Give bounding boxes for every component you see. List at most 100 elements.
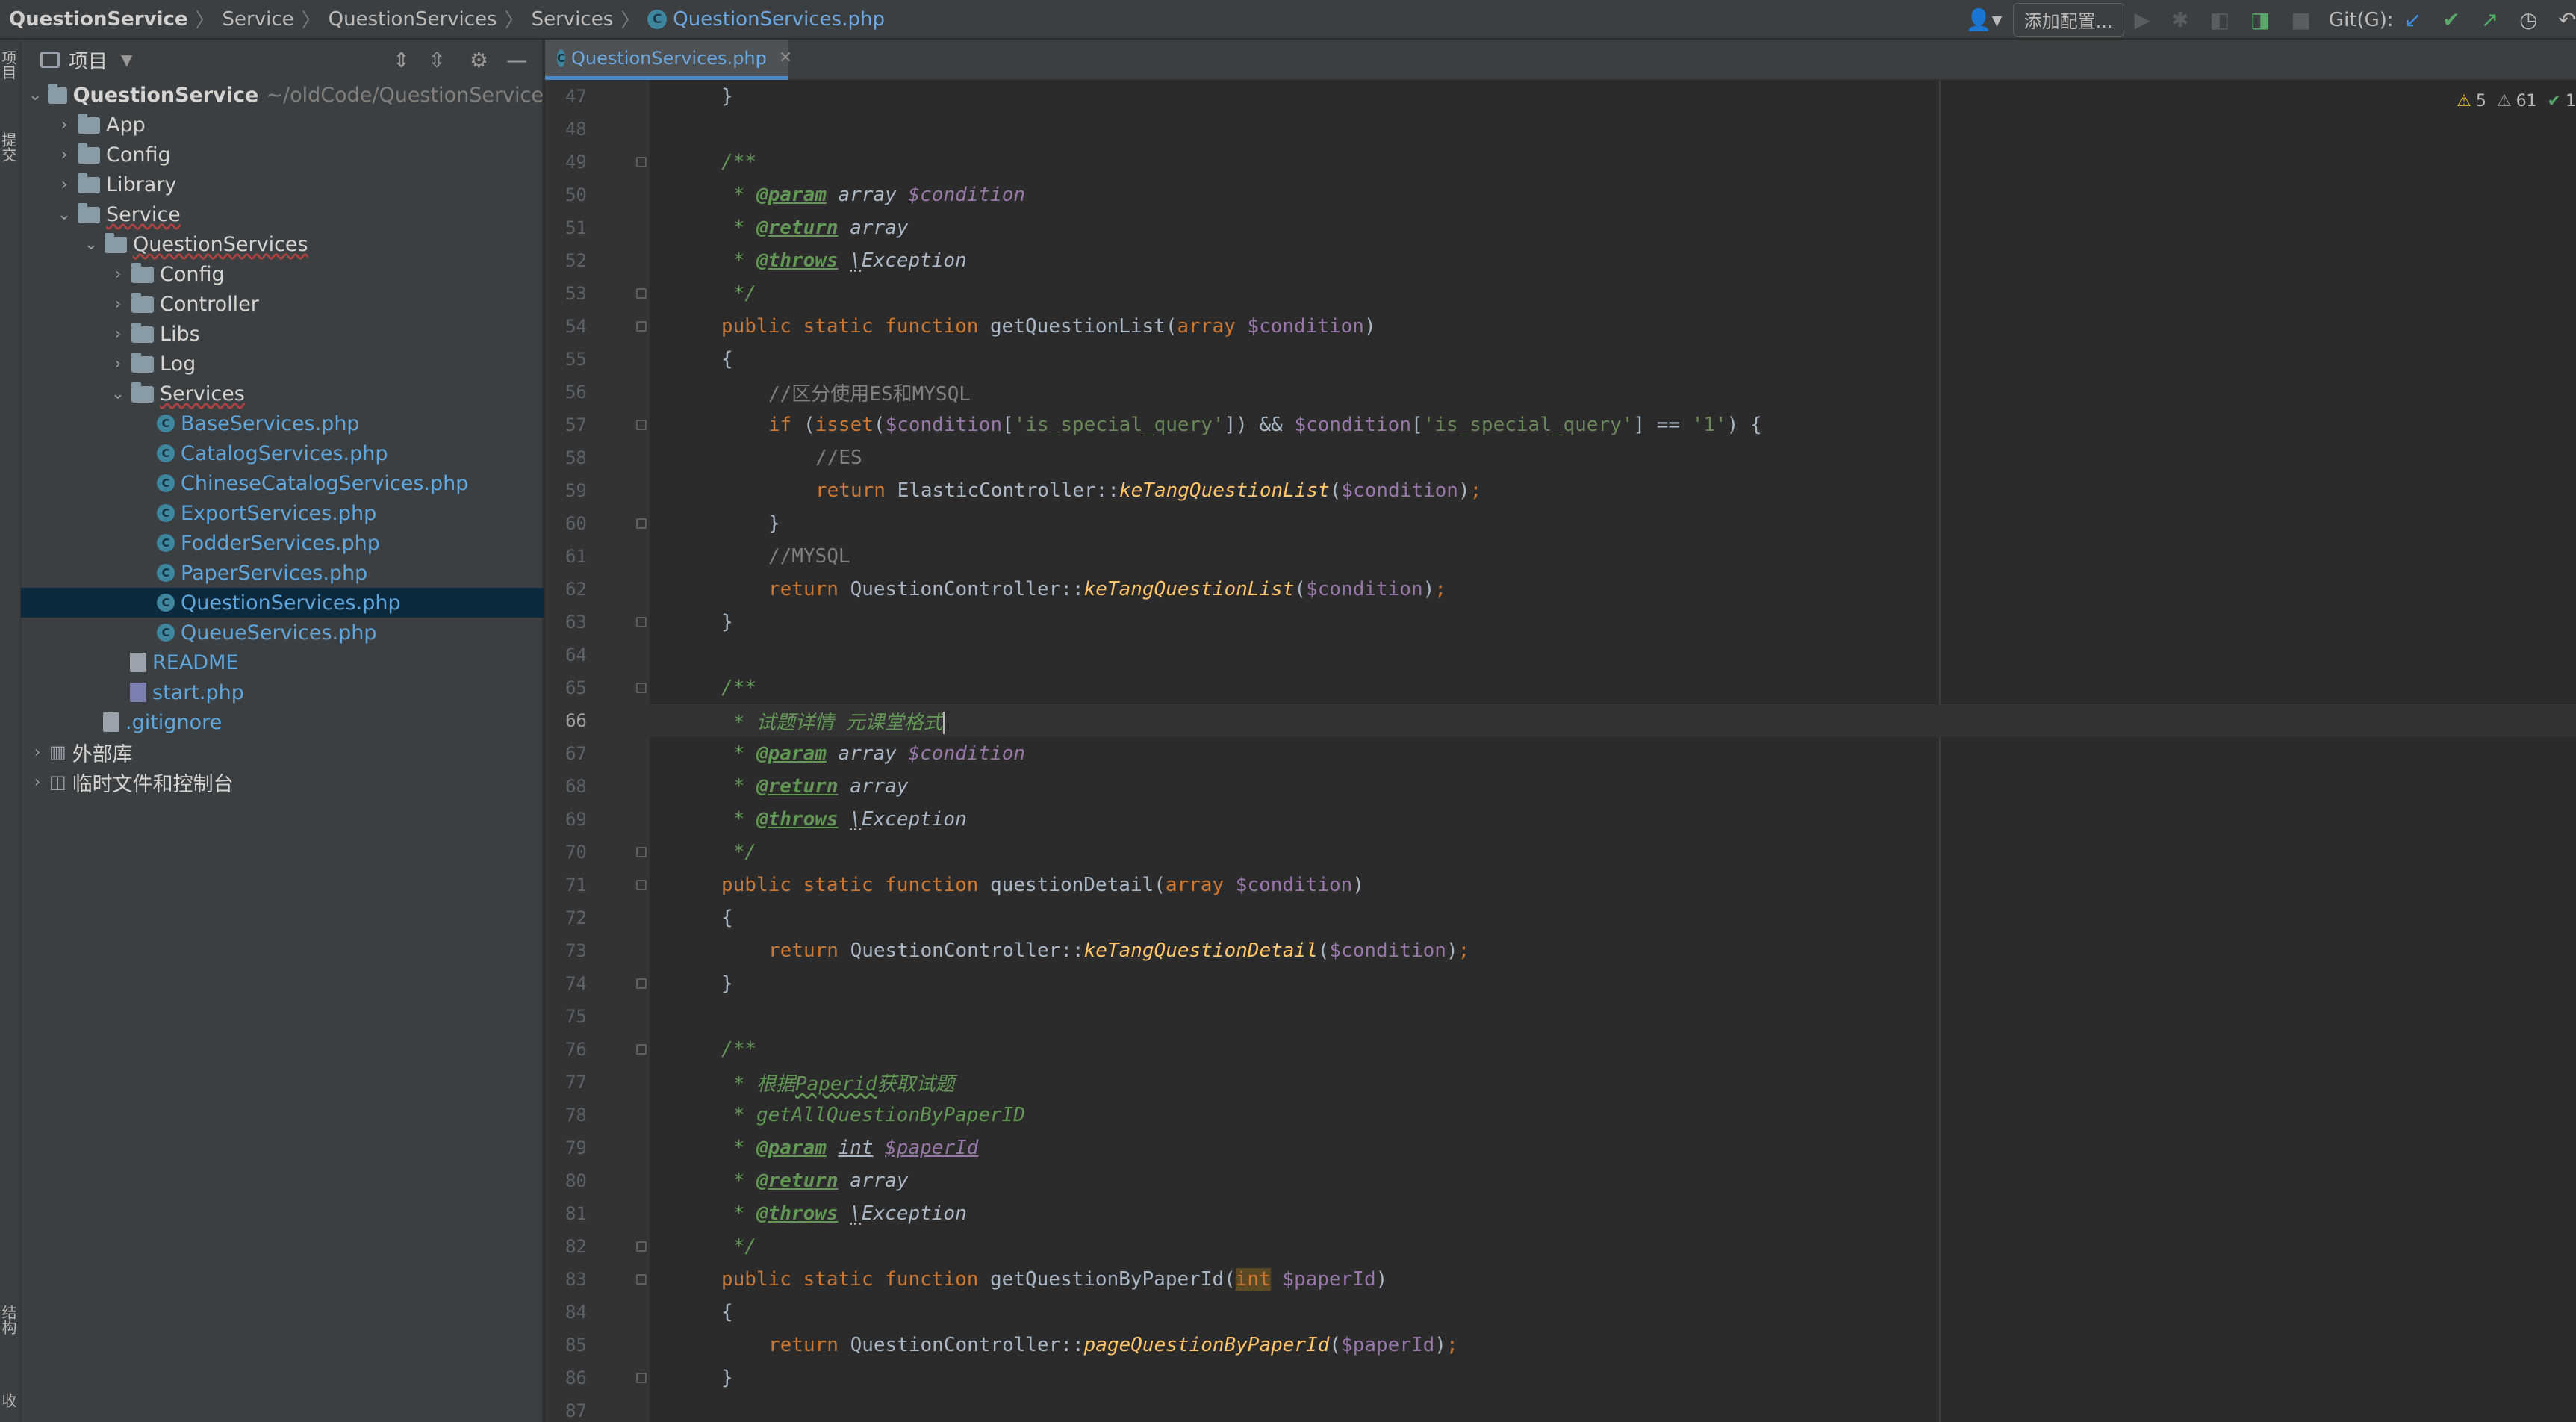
code-line: //MYSQL: [768, 545, 850, 568]
history-icon[interactable]: ◷: [2519, 7, 2537, 32]
editor-tab-active[interactable]: C QuestionServices.php ✕: [545, 40, 792, 80]
tree-item[interactable]: › App: [21, 110, 544, 140]
collapse-all-icon[interactable]: ⇳: [428, 48, 445, 72]
tree-item-label: QuestionService: [72, 83, 259, 107]
add-configuration-button[interactable]: 添加配置...: [2012, 3, 2124, 37]
text-caret: [942, 712, 945, 734]
tree-item[interactable]: .gitignore: [21, 707, 544, 737]
tree-item[interactable]: C ChineseCatalogServices.php: [21, 468, 544, 498]
line-number-gutter[interactable]: 47 48 49 50 51 52 53 54 55 56 57 58 59 60 61 62 63 64 65 66…: [545, 80, 650, 1422]
tool-tab-project[interactable]: 项目: [0, 50, 19, 80]
tree-item-label: Libs: [160, 322, 200, 346]
commit-icon[interactable]: ✔: [2442, 7, 2460, 32]
tree-item[interactable]: C QueueServices.php: [21, 618, 544, 648]
chevron-down-icon[interactable]: ⌄: [109, 385, 127, 403]
fold-marker-icon[interactable]: [636, 321, 647, 332]
chevron-right-icon[interactable]: ›: [28, 743, 46, 762]
tool-tab-favorites[interactable]: 收藏: [0, 1393, 19, 1422]
stop-icon[interactable]: ■: [2291, 7, 2310, 32]
code-line: * @throws \Exception: [721, 249, 967, 272]
code-editor[interactable]: } /** * @param array $condition * @retur…: [650, 80, 2576, 1422]
fold-marker-icon[interactable]: [636, 420, 647, 430]
breadcrumb-project[interactable]: QuestionService: [9, 8, 188, 31]
chevron-right-icon[interactable]: ›: [109, 265, 127, 284]
tree-item[interactable]: start.php: [21, 677, 544, 707]
tree-item[interactable]: › Libs: [21, 319, 544, 349]
tree-item[interactable]: C ExportServices.php: [21, 498, 544, 528]
rollback-icon[interactable]: ↶: [2559, 7, 2576, 32]
tree-item[interactable]: › Library: [21, 170, 544, 199]
project-panel-title[interactable]: 项目: [69, 46, 108, 74]
tree-item[interactable]: README: [21, 648, 544, 677]
tree-item[interactable]: ⌄ Service: [21, 199, 544, 229]
tree-item[interactable]: ⌄ QuestionServices: [21, 229, 544, 259]
line-number: 64: [565, 645, 587, 665]
fold-marker-icon[interactable]: [636, 1274, 647, 1285]
close-tab-icon[interactable]: ✕: [779, 49, 792, 67]
breadcrumb-questionservices[interactable]: QuestionServices: [329, 8, 497, 31]
chevron-right-icon[interactable]: ›: [28, 773, 46, 792]
expand-all-icon[interactable]: ⇕: [393, 48, 410, 72]
fold-marker-icon[interactable]: [636, 880, 647, 890]
fold-marker-icon[interactable]: [636, 617, 647, 627]
tool-tab-structure[interactable]: 结构: [0, 1305, 19, 1335]
gear-icon[interactable]: ⚙: [470, 48, 488, 72]
profiler-icon[interactable]: ◨: [2250, 7, 2270, 32]
tree-item[interactable]: › Config: [21, 259, 544, 289]
fold-marker-icon[interactable]: [636, 518, 647, 529]
coverage-icon[interactable]: ◧: [2210, 7, 2230, 32]
tree-item[interactable]: ⌄ Services: [21, 379, 544, 409]
line-number: 52: [565, 250, 587, 271]
chevron-right-icon[interactable]: ›: [55, 176, 73, 194]
debug-icon[interactable]: ✱: [2171, 7, 2188, 32]
tree-item[interactable]: › ▥ 外部库: [21, 737, 544, 767]
tree-item[interactable]: C FodderServices.php: [21, 528, 544, 558]
tree-item[interactable]: › Log: [21, 349, 544, 379]
line-number: 76: [565, 1039, 587, 1060]
line-number: 53: [565, 283, 587, 304]
tree-item[interactable]: ⌄ QuestionService ~/oldCode/QuestionServic…: [21, 80, 544, 110]
fold-marker-icon[interactable]: [636, 288, 647, 299]
breadcrumb-services[interactable]: Services: [532, 8, 614, 31]
chevron-down-icon[interactable]: ⌄: [82, 235, 100, 254]
fold-marker-icon[interactable]: [636, 683, 647, 693]
line-number: 62: [565, 579, 587, 600]
tree-item-label: BaseServices.php: [181, 412, 360, 435]
run-icon[interactable]: ▶: [2135, 7, 2151, 32]
chevron-down-icon[interactable]: ▼: [121, 51, 132, 69]
editor-tab-label[interactable]: QuestionServices.php: [571, 48, 767, 69]
chevron-right-icon[interactable]: ›: [109, 295, 127, 314]
fold-marker-icon[interactable]: [636, 1044, 647, 1055]
tool-tab-commit[interactable]: 提交: [0, 132, 19, 162]
tree-item-label: Config: [160, 262, 225, 286]
fold-marker-icon[interactable]: [636, 1241, 647, 1252]
chevron-down-icon[interactable]: ⌄: [28, 86, 43, 105]
breadcrumb-file[interactable]: QuestionServices.php: [673, 8, 885, 31]
chevron-right-icon[interactable]: ›: [109, 325, 127, 344]
chevron-right-icon[interactable]: ›: [109, 355, 127, 373]
code-line: * @param array $condition: [721, 184, 1026, 206]
update-project-icon[interactable]: ↙: [2404, 7, 2421, 32]
tree-item[interactable]: › Config: [21, 140, 544, 170]
tree-item[interactable]: › Controller: [21, 289, 544, 319]
user-icon[interactable]: 👤▾: [1966, 7, 2003, 32]
tree-item-label: Controller: [160, 292, 259, 316]
tree-item[interactable]: C BaseServices.php: [21, 409, 544, 438]
tree-item[interactable]: C CatalogServices.php: [21, 438, 544, 468]
chevron-down-icon[interactable]: ⌄: [55, 205, 73, 224]
hide-panel-icon[interactable]: —: [506, 48, 527, 72]
fold-marker-icon[interactable]: [636, 1373, 647, 1383]
fold-marker-icon[interactable]: [636, 157, 647, 167]
chevron-right-icon[interactable]: ›: [55, 116, 73, 134]
chevron-right-icon[interactable]: ›: [55, 146, 73, 164]
tree-item[interactable]: › ◫ 临时文件和控制台: [21, 767, 544, 797]
push-icon[interactable]: ↗: [2481, 7, 2498, 32]
fold-marker-icon[interactable]: [636, 978, 647, 989]
line-number: 83: [565, 1269, 587, 1290]
tree-item[interactable]: C QuestionServices.php: [21, 588, 544, 618]
breadcrumb-service[interactable]: Service: [223, 8, 294, 31]
tree-item[interactable]: C PaperServices.php: [21, 558, 544, 588]
fold-marker-icon[interactable]: [636, 847, 647, 857]
line-number: 85: [565, 1335, 587, 1356]
